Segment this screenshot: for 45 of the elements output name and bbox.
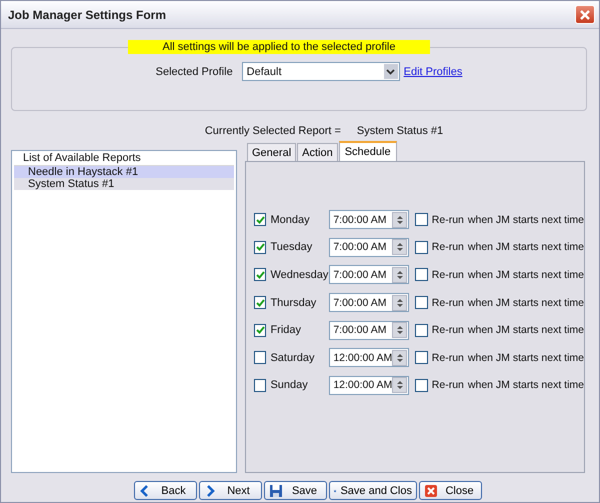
report-item[interactable]: Needle in Haystack #1 [14, 166, 234, 178]
day-label: Thursday [270, 296, 318, 309]
edit-profiles-link[interactable]: Edit Profiles [404, 66, 462, 78]
next-button[interactable]: Next [199, 481, 262, 500]
rerun-label: Re-run [432, 296, 464, 309]
rerun-label: Re-run [432, 268, 464, 281]
rerun-label: Re-run [432, 214, 464, 226]
time-field[interactable]: 12:00:00 AM [329, 348, 410, 368]
rerun-description: when JM starts next time [468, 352, 584, 364]
day-label: Saturday [270, 352, 316, 364]
notice-banner: All settings will be applied to the selected profile [128, 40, 430, 54]
rerun-description: when JM starts next time [468, 241, 584, 254]
day-label: Wednesday [270, 268, 330, 281]
tab[interactable]: Schedule [338, 141, 397, 161]
rerun-description: when JM starts next time [468, 214, 584, 226]
rerun-label: Re-run [432, 352, 464, 364]
rerun-label: Re-run [432, 324, 464, 336]
current-report-value: System Status #1 [356, 125, 444, 137]
save-button[interactable]: Save [264, 481, 327, 500]
saveclose-button[interactable]: Save and Clos [329, 481, 417, 500]
rerun-description: when JM starts next time [468, 296, 584, 309]
time-field[interactable]: 7:00:00 AM [329, 320, 410, 340]
time-field[interactable]: 7:00:00 AM [329, 293, 410, 312]
window-title: Job Manager Settings Form [8, 8, 166, 22]
rerun-label: Re-run [432, 241, 464, 254]
time-field[interactable]: 7:00:00 AM [329, 210, 410, 230]
report-item[interactable]: System Status #1 [14, 178, 234, 190]
profile-dropdown[interactable]: Default [242, 62, 400, 81]
back-button[interactable]: Back [134, 481, 197, 500]
profile-label: Selected Profile [156, 66, 234, 78]
tab[interactable]: Action [297, 143, 338, 161]
time-field[interactable]: 12:00:00 AM [329, 376, 410, 395]
time-field[interactable]: 7:00:00 AM [329, 265, 410, 284]
rerun-description: when JM starts next time [468, 268, 584, 281]
tab[interactable]: General [247, 143, 296, 161]
time-field[interactable]: 7:00:00 AM [329, 238, 410, 257]
rerun-label: Re-run [432, 379, 464, 392]
day-label: Sunday [270, 379, 309, 392]
rerun-description: when JM starts next time [468, 324, 584, 336]
rerun-description: when JM starts next time [468, 379, 584, 392]
day-label: Friday [270, 324, 302, 336]
day-label: Monday [270, 214, 311, 226]
close-button[interactable]: Close [419, 481, 482, 500]
current-report-label: Currently Selected Report = [204, 125, 341, 137]
day-label: Tuesday [270, 241, 314, 254]
